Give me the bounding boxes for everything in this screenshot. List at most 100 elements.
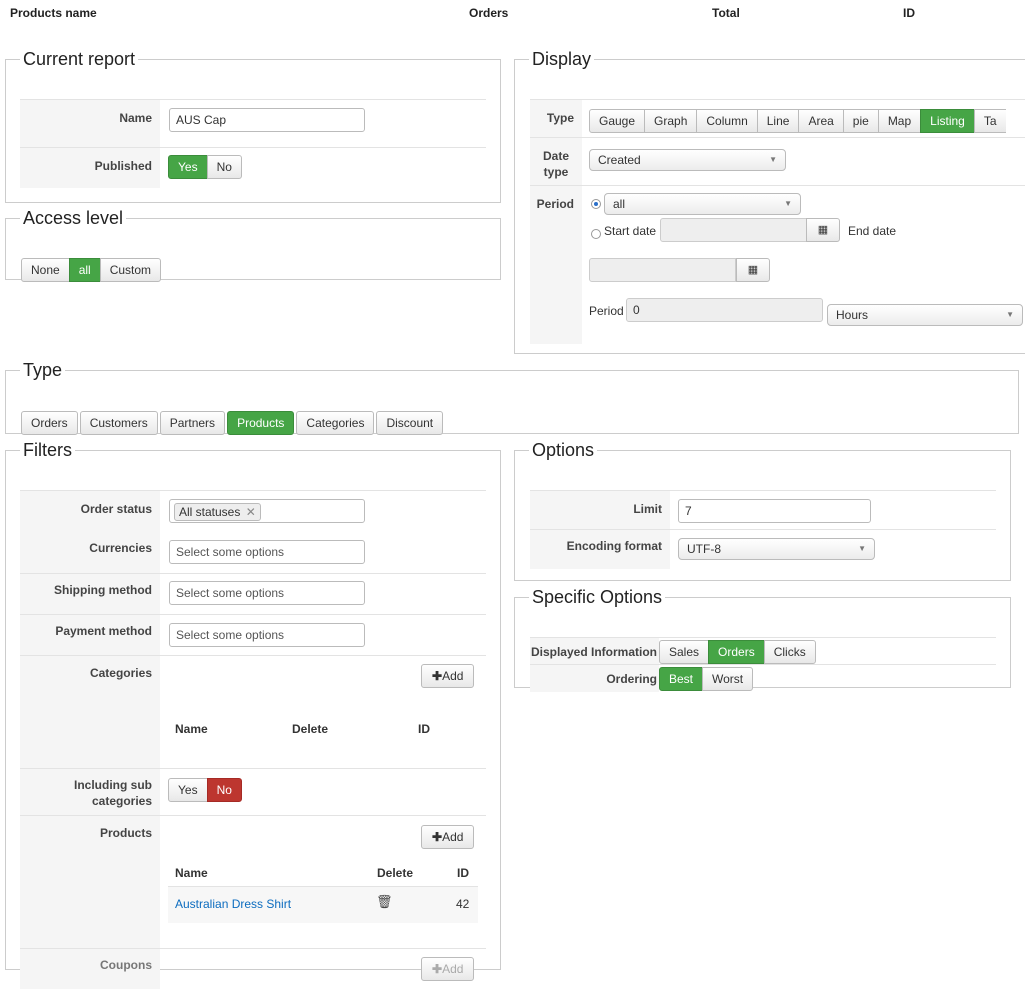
date-type-label: Date type [530,138,582,186]
calendar-icon[interactable]: ▦ [736,258,770,282]
encoding-value: UTF-8 [687,542,721,556]
payment-method-input[interactable]: Select some options [169,623,365,647]
calendar-icon[interactable]: ▦ [806,218,840,242]
products-col-delete: Delete [377,866,414,880]
current-report-legend: Current report [23,49,136,69]
encoding-row: Encoding format UTF-8 ▼ [530,529,996,569]
products-col-id: ID [457,866,469,880]
ordering-toggle: Best Worst [659,667,754,691]
end-date-label: End date [848,224,897,238]
categories-col-delete: Delete [292,722,329,736]
report-name-input[interactable]: AUS Cap [169,108,365,132]
type-pie-button[interactable]: pie [842,109,879,133]
limit-label: Limit [530,491,670,530]
chevron-down-icon: ▼ [784,199,792,208]
currencies-input[interactable]: Select some options [169,540,365,564]
products-add-button[interactable]: ✚Add [421,825,475,849]
info-sales-button[interactable]: Sales [659,640,710,664]
products-add-label: Add [442,830,464,844]
type-categories-button[interactable]: Categories [296,411,375,435]
ordering-row: Ordering Best Worst [530,664,996,692]
date-type-select[interactable]: Created ▼ [589,149,786,171]
period-unit-value: Hours [836,308,869,322]
including-sub-yes-button[interactable]: Yes [168,778,208,802]
period-radio[interactable] [591,199,601,209]
date-type-value: Created [598,153,641,167]
categories-add-button[interactable]: ✚Add [421,664,475,688]
col-id: ID [903,6,915,20]
trash-icon[interactable]: 🗑 [376,894,393,910]
type-panel: Type Orders Customers Partners Products … [5,360,1019,435]
categories-label: Categories [20,656,160,769]
report-type-toggle: Orders Customers Partners Products Categ… [21,411,444,435]
access-custom-button[interactable]: Custom [99,258,162,282]
including-sub-label: Including sub categories [20,769,160,816]
options-legend: Options [532,440,595,460]
type-line-button[interactable]: Line [756,109,800,133]
categories-row: Categories ✚Add Name Delete ID [20,655,486,769]
type-column-button[interactable]: Column [696,109,758,133]
date-type-row: Date type Created ▼ [530,137,1025,186]
ordering-best-button[interactable]: Best [659,667,704,691]
type-gauge-button[interactable]: Gauge [589,109,646,133]
period-inline-label: Period [589,304,624,318]
type-graph-button[interactable]: Graph [644,109,698,133]
info-orders-button[interactable]: Orders [708,640,765,664]
info-clicks-button[interactable]: Clicks [763,640,816,664]
categories-add-label: Add [442,669,464,683]
end-date-input[interactable] [589,258,736,282]
limit-input[interactable]: 7 [678,499,871,523]
displayed-info-label: Displayed Information [530,638,659,665]
shipping-method-input[interactable]: Select some options [169,581,365,605]
including-sub-toggle: Yes No [168,778,242,802]
filters-legend: Filters [23,440,72,460]
ordering-worst-button[interactable]: Worst [702,667,754,691]
products-label: Products [20,816,160,949]
published-yes-button[interactable]: Yes [168,155,208,179]
status-tag: All statuses ✕ [174,503,261,521]
type-customers-button[interactable]: Customers [79,411,158,435]
published-row: Published Yes No [20,147,486,188]
period-unit-select[interactable]: Hours ▼ [827,304,1023,326]
period-value: all [613,197,626,211]
order-status-row: Order status All statuses ✕ [20,490,486,533]
type-map-button[interactable]: Map [877,109,922,133]
coupons-add-button[interactable]: ✚Add [421,957,475,981]
encoding-select[interactable]: UTF-8 ▼ [678,538,875,560]
currencies-row: Currencies Select some options [20,532,486,573]
shipping-label: Shipping method [20,574,160,615]
type-table-button[interactable]: Ta [973,109,1006,133]
start-date-input[interactable] [660,218,807,242]
published-label: Published [20,148,160,188]
period-select[interactable]: all ▼ [604,193,801,215]
name-row: Name AUS Cap [20,99,486,148]
period-number-input[interactable]: 0 [626,298,823,322]
type-discount-button[interactable]: Discount [376,411,444,435]
payment-label: Payment method [20,615,160,656]
current-report-panel: Current report Name AUS Cap Published Ye… [5,49,501,203]
close-icon[interactable]: ✕ [246,505,256,519]
type-partners-button[interactable]: Partners [159,411,226,435]
type-products-button[interactable]: Products [227,411,295,435]
including-sub-row: Including sub categories Yes No [20,768,486,816]
col-orders: Orders [469,6,509,20]
currencies-label: Currencies [20,532,160,573]
access-all-button[interactable]: all [68,258,101,282]
type-legend: Type [23,360,63,380]
categories-col-name: Name [175,722,208,736]
including-sub-no-button[interactable]: No [206,778,242,802]
published-toggle: Yes No [168,155,242,179]
order-status-label: Order status [20,491,160,533]
published-no-button[interactable]: No [206,155,242,179]
start-date-radio[interactable] [591,229,601,239]
start-date-label: Start date [604,224,657,238]
type-listing-button[interactable]: Listing [920,109,975,133]
product-name-link[interactable]: Australian Dress Shirt [175,897,291,911]
status-tag-label: All statuses [179,505,241,519]
access-none-button[interactable]: None [21,258,70,282]
limit-row: Limit 7 [530,490,996,530]
access-level-panel: Access level None all Custom [5,208,501,282]
type-orders-button[interactable]: Orders [21,411,78,435]
type-area-button[interactable]: Area [798,109,844,133]
products-col-name: Name [175,866,208,880]
